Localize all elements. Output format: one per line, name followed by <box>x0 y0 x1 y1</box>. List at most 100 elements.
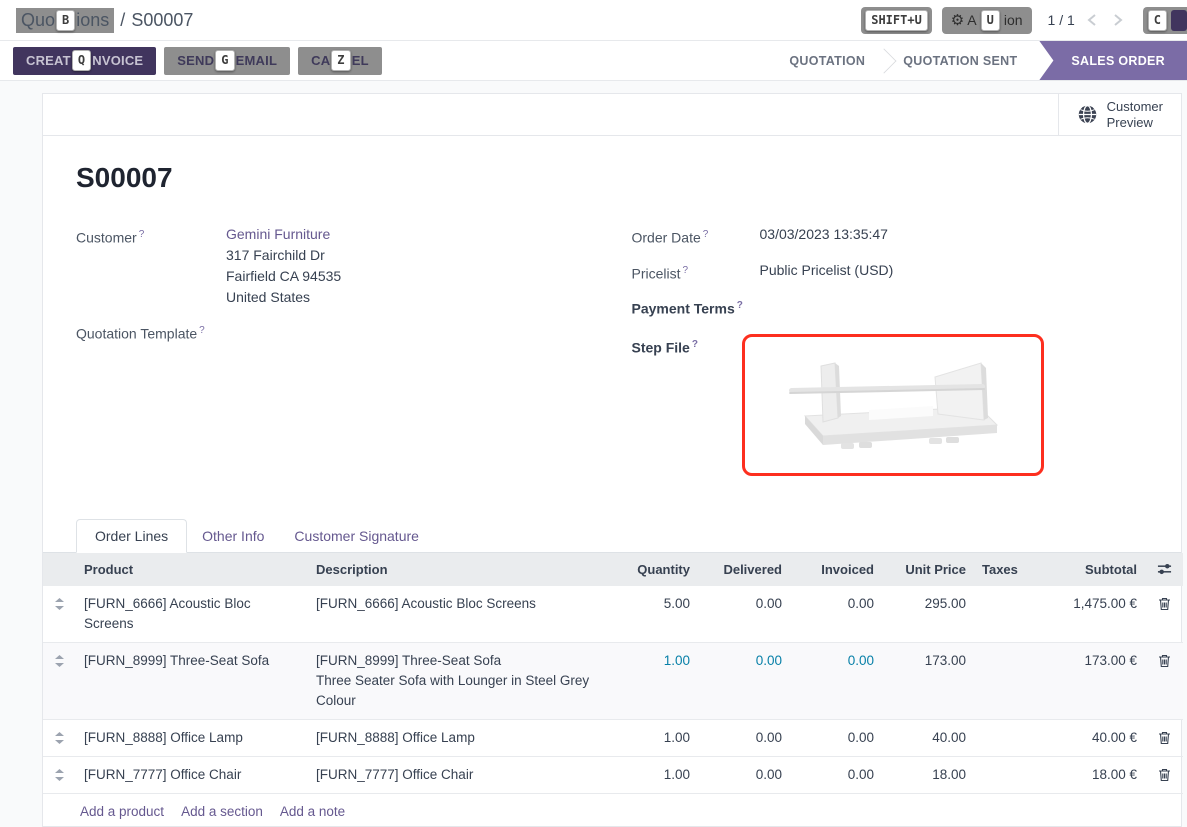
delete-row-button[interactable] <box>1145 586 1183 643</box>
cell-product: [FURN_8999] Three-Seat Sofa <box>76 642 308 719</box>
delete-row-button[interactable] <box>1145 642 1183 719</box>
action-menu-button[interactable]: ⚙ AUion <box>942 7 1032 34</box>
cell-product: [FURN_7777] Office Chair <box>76 756 308 793</box>
add-a-product-link[interactable]: Add a product <box>80 804 164 819</box>
col-subtotal[interactable]: Subtotal <box>1032 553 1145 586</box>
cancel-label-post: EL <box>352 53 369 68</box>
handle-column-header <box>43 553 76 586</box>
help-icon: ? <box>683 265 689 276</box>
trash-icon <box>1158 654 1171 668</box>
table-header-row: Product Description Quantity Delivered I… <box>43 553 1183 586</box>
breadcrumb-current: S00007 <box>131 10 193 31</box>
form-view: Customer Preview S00007 Customer? Gemini… <box>0 81 1187 827</box>
help-icon: ? <box>703 229 709 240</box>
col-invoiced[interactable]: Invoiced <box>790 553 882 586</box>
step-file-field-label: Step File? <box>632 334 742 476</box>
create-invoice-button[interactable]: CREATQNVOICE <box>13 47 156 75</box>
action-label-post: ion <box>1004 12 1023 28</box>
cell-quantity: 5.00 <box>610 586 698 643</box>
control-panel-top: QuoBions / S00007 SHIFT+U ⚙ AUion 1 / 1 … <box>0 0 1187 40</box>
create-record-button[interactable]: C <box>1143 7 1187 34</box>
stage-sales-order[interactable]: SALES ORDER <box>1039 41 1187 80</box>
drag-handle-icon[interactable] <box>43 756 76 793</box>
drag-handle-icon[interactable] <box>43 642 76 719</box>
step-file-preview[interactable] <box>742 334 1044 476</box>
customer-address: 317 Fairchild Dr Fairfield CA 94535 Unit… <box>226 245 341 308</box>
col-quantity[interactable]: Quantity <box>610 553 698 586</box>
hint-key-q: Q <box>72 50 91 71</box>
add-a-section-link[interactable]: Add a section <box>181 804 263 819</box>
page-title: S00007 <box>76 162 1157 194</box>
cell-unit-price: 173.00 <box>882 642 974 719</box>
trash-icon <box>1158 768 1171 782</box>
col-unit-price[interactable]: Unit Price <box>882 553 974 586</box>
pager-previous-icon[interactable] <box>1083 11 1101 29</box>
breadcrumb: QuoBions / S00007 <box>16 8 193 33</box>
pricelist-field-label: Pricelist? <box>632 260 760 285</box>
pager-next-icon[interactable] <box>1109 11 1127 29</box>
customer-preview-label: Customer Preview <box>1107 99 1163 131</box>
customer-preview-button[interactable]: Customer Preview <box>1058 94 1181 135</box>
delete-row-button[interactable] <box>1145 719 1183 756</box>
stage-quotation[interactable]: QUOTATION <box>767 41 887 80</box>
help-icon: ? <box>199 325 205 336</box>
order-date-field[interactable]: 03/03/2023 13:35:47 <box>760 224 888 249</box>
cell-description: [FURN_8888] Office Lamp <box>308 719 610 756</box>
tab-order-lines[interactable]: Order Lines <box>76 519 187 553</box>
trash-icon <box>1158 597 1171 611</box>
cell-unit-price: 295.00 <box>882 586 974 643</box>
cell-description: [FURN_8999] Three-Seat SofaThree Seater … <box>308 642 610 719</box>
col-taxes[interactable]: Taxes <box>974 553 1032 586</box>
hint-key-b: B <box>56 10 75 31</box>
cancel-button[interactable]: CAZEL <box>298 47 382 75</box>
pager: 1 / 1 <box>1048 11 1127 29</box>
cell-delivered: 0.00 <box>698 642 790 719</box>
stage-quotation-sent[interactable]: QUOTATION SENT <box>881 41 1039 80</box>
delete-row-button[interactable] <box>1145 756 1183 793</box>
pricelist-field[interactable]: Public Pricelist (USD) <box>760 260 894 285</box>
tab-customer-signature[interactable]: Customer Signature <box>279 520 434 552</box>
help-icon: ? <box>737 300 743 311</box>
cell-quantity: 1.00 <box>610 642 698 719</box>
cell-invoiced: 0.00 <box>790 586 882 643</box>
col-delivered[interactable]: Delivered <box>698 553 790 586</box>
cell-unit-price: 40.00 <box>882 719 974 756</box>
help-icon: ? <box>692 339 698 350</box>
drag-handle-icon[interactable] <box>43 719 76 756</box>
customer-field-label: Customer? <box>76 224 226 308</box>
tab-other-info[interactable]: Other Info <box>187 520 279 552</box>
customer-link[interactable]: Gemini Furniture <box>226 226 330 242</box>
cell-product: [FURN_8888] Office Lamp <box>76 719 308 756</box>
table-row[interactable]: [FURN_8999] Three-Seat Sofa [FURN_8999] … <box>43 642 1183 719</box>
col-product[interactable]: Product <box>76 553 308 586</box>
send-email-button[interactable]: SENDGEMAIL <box>164 47 290 75</box>
cell-unit-price: 18.00 <box>882 756 974 793</box>
action-label-pre: A <box>967 12 976 28</box>
add-a-note-link[interactable]: Add a note <box>280 804 345 819</box>
sheet: Customer Preview S00007 Customer? Gemini… <box>42 93 1182 827</box>
cell-description: [FURN_7777] Office Chair <box>308 756 610 793</box>
hint-key-g: G <box>215 50 234 71</box>
col-description[interactable]: Description <box>308 553 610 586</box>
hint-key-u: U <box>981 10 1000 31</box>
quotation-template-field-label: Quotation Template? <box>76 320 226 345</box>
cell-quantity: 1.00 <box>610 719 698 756</box>
breadcrumb-parent-pre: Quo <box>21 10 55 31</box>
table-row[interactable]: [FURN_8888] Office Lamp [FURN_8888] Offi… <box>43 719 1183 756</box>
table-row[interactable]: [FURN_6666] Acoustic Bloc Screens [FURN_… <box>43 586 1183 643</box>
breadcrumb-parent-link[interactable]: QuoBions <box>16 8 114 33</box>
cell-invoiced: 0.00 <box>790 756 882 793</box>
order-lines-table: Product Description Quantity Delivered I… <box>43 553 1181 827</box>
table-row[interactable]: [FURN_7777] Office Chair [FURN_7777] Off… <box>43 756 1183 793</box>
send-email-label-pre: SEND <box>177 53 214 68</box>
shortcut-button[interactable]: SHIFT+U <box>861 7 932 34</box>
send-email-label-post: EMAIL <box>236 53 277 68</box>
drag-handle-icon[interactable] <box>43 586 76 643</box>
cell-quantity: 1.00 <box>610 756 698 793</box>
optional-columns-button[interactable] <box>1145 553 1183 586</box>
optional-columns-icon <box>1157 562 1172 576</box>
create-invoice-label-pre: CREAT <box>26 53 71 68</box>
trash-icon <box>1158 731 1171 745</box>
pager-count: 1 / 1 <box>1048 12 1075 28</box>
statusbar: QUOTATION QUOTATION SENT SALES ORDER <box>767 41 1187 80</box>
